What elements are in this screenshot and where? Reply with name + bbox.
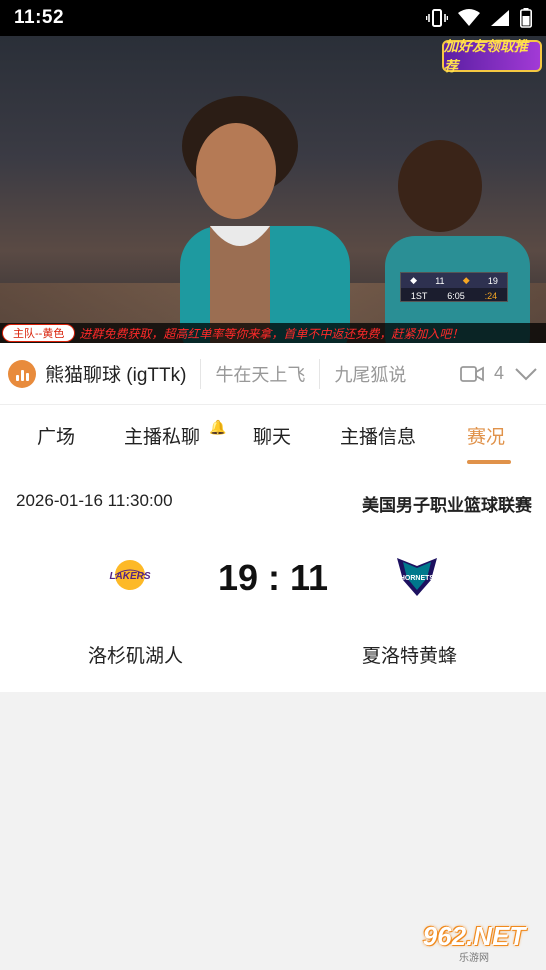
tab-square[interactable]: 广场 xyxy=(37,405,75,465)
tab-label: 主播私聊 xyxy=(124,426,201,448)
bell-icon: 🔔 xyxy=(209,419,227,435)
scorebug-shot-clock: :24 xyxy=(484,290,498,301)
tab-bar: 广场 主播私聊 🔔 聊天 主播信息 赛况 xyxy=(0,405,546,465)
status-time: 11:52 xyxy=(14,7,65,28)
divider xyxy=(319,358,321,389)
site-watermark: 962.NET 乐游网 xyxy=(408,919,540,965)
hornets-logo-icon: HORNETS xyxy=(387,550,447,600)
ticker-text: 进群免费获取，超高红单率等你来拿，首单不中返还免费，赶紧加入吧！ xyxy=(79,326,464,341)
other-room-1[interactable]: 牛在天上飞 xyxy=(215,361,305,387)
scorebug-clock: 6:05 xyxy=(447,290,465,301)
scorebug-quarter: 1ST xyxy=(410,290,428,301)
other-room-2[interactable]: 九尾狐说 xyxy=(334,361,406,387)
tab-match-status[interactable]: 赛况 xyxy=(467,405,511,465)
match-datetime: 2026-01-16 11:30:00 xyxy=(16,491,173,510)
player-image xyxy=(180,96,350,343)
watermark-sub: 乐游网 xyxy=(459,952,489,964)
viewer-count: 4 xyxy=(493,363,504,383)
chevron-down-icon[interactable] xyxy=(514,367,538,381)
ticker-bar: 主队--黄色 进群免费获取，超高红单率等你来拿，首单不中返还免费，赶紧加入吧！ xyxy=(0,323,546,343)
status-bar: 11:52 xyxy=(0,0,546,36)
tab-label: 聊天 xyxy=(253,426,292,448)
active-tab-indicator xyxy=(467,460,511,464)
svg-text:HORNETS: HORNETS xyxy=(400,575,435,582)
watermark-main: 962.NET xyxy=(422,920,526,951)
match-card: 2026-01-16 11:30:00 美国男子职业篮球联赛 LAKERS 19… xyxy=(0,465,546,692)
wifi-icon xyxy=(458,9,480,26)
tab-label: 主播信息 xyxy=(340,426,417,448)
signal-icon xyxy=(491,10,509,26)
room-logo-icon xyxy=(8,359,36,388)
player-image-2 xyxy=(385,140,530,343)
video-scorebug: ◆ 11 ◆ 19 1ST 6:05 :24 xyxy=(400,272,508,302)
promo-badge[interactable]: 加好友领取推荐 xyxy=(442,38,542,74)
status-icons xyxy=(426,8,532,28)
scorebug-team2-score: 19 xyxy=(487,275,498,286)
video-camera-icon xyxy=(460,365,484,382)
scorebug-team2-logo: ◆ xyxy=(462,275,470,285)
live-video-player[interactable]: 加好友领取推荐 ◆ 11 ◆ 19 1ST 6:05 :24 主队--黄色 进群… xyxy=(0,36,546,343)
tab-label: 广场 xyxy=(37,426,76,448)
viewer-info: 4 xyxy=(460,363,538,384)
tab-label: 赛况 xyxy=(467,426,506,448)
room-name: 熊猫聊球 (igTTk) xyxy=(45,365,187,386)
scorebug-team1-logo: ◆ xyxy=(410,275,418,285)
room-info-bar: 熊猫聊球 (igTTk) 牛在天上飞 九尾狐说 4 xyxy=(0,343,546,405)
tab-chat[interactable]: 聊天 xyxy=(253,405,291,465)
vibrate-icon xyxy=(426,9,448,27)
divider xyxy=(200,358,202,389)
home-team-name: 洛杉矶湖人 xyxy=(88,646,184,667)
tab-private-chat[interactable]: 主播私聊 🔔 xyxy=(124,405,226,465)
match-league: 美国男子职业篮球联赛 xyxy=(362,496,532,515)
ticker-tag: 主队--黄色 xyxy=(2,324,76,342)
away-team-name: 夏洛特黄蜂 xyxy=(362,646,458,667)
tab-anchor-info[interactable]: 主播信息 xyxy=(340,405,416,465)
match-score: 19 : 11 xyxy=(217,557,329,598)
scorebug-team1-score: 11 xyxy=(435,275,445,286)
battery-icon xyxy=(520,8,532,28)
